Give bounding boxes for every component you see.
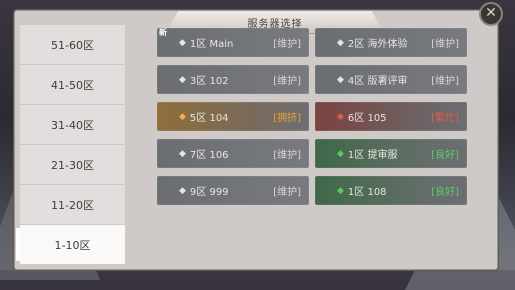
server-name: 2区 海外体验 [347, 39, 408, 50]
diamond-icon: ◆ [337, 37, 344, 48]
sidebar-item-label: 41-50区 [51, 78, 94, 92]
server-name: 3区 102 [189, 76, 229, 87]
server-name: 7区 106 [189, 150, 229, 161]
server-card-3[interactable]: ◆ 3区 102 [维护] [157, 65, 309, 94]
diamond-icon: ◆ [337, 111, 344, 122]
sidebar-item-41-50[interactable]: 41-50区 [20, 65, 125, 105]
server-status: [繁忙] [431, 113, 459, 124]
diamond-icon: ◆ [179, 74, 186, 85]
close-button[interactable]: ✕ [479, 2, 503, 26]
sidebar-item-label: 1-10区 [54, 238, 91, 252]
close-icon: ✕ [485, 5, 497, 21]
server-status: [拥挤] [273, 113, 301, 124]
server-card-2[interactable]: ◆ 2区 海外体验 [维护] [315, 28, 467, 57]
server-status: [维护] [273, 150, 301, 161]
server-status: [维护] [431, 39, 459, 50]
server-name: 5区 104 [189, 113, 229, 124]
server-card-7[interactable]: ◆ 7区 106 [维护] [157, 139, 309, 168]
diamond-icon: ◆ [179, 111, 186, 122]
server-card-1[interactable]: 新 ◆ 1区 Main [维护] [157, 28, 309, 57]
server-status: [维护] [273, 187, 301, 198]
server-card-5[interactable]: ◆ 5区 104 [拥挤] [157, 102, 309, 131]
server-name: 9区 999 [189, 187, 229, 198]
sidebar-item-21-30[interactable]: 21-30区 [20, 145, 125, 185]
diamond-icon: ◆ [179, 185, 186, 196]
zone-sidebar: 51-60区 41-50区 31-40区 21-30区 11-20区 1-10区 [16, 25, 125, 265]
server-name: 1区 Main [189, 39, 234, 50]
diamond-icon: ◆ [179, 37, 186, 48]
diamond-icon: ◆ [337, 148, 344, 159]
sidebar-item-label: 21-30区 [51, 158, 94, 172]
server-name: 1区 提审服 [347, 150, 398, 161]
sidebar-item-31-40[interactable]: 31-40区 [20, 105, 125, 145]
sidebar-item-label: 31-40区 [51, 118, 94, 132]
diamond-icon: ◆ [179, 148, 186, 159]
server-name: 4区 版署评审 [347, 76, 408, 87]
diamond-icon: ◆ [337, 74, 344, 85]
new-badge: 新 [159, 28, 167, 37]
sidebar-item-label: 51-60区 [51, 38, 94, 52]
sidebar-item-11-20[interactable]: 11-20区 [20, 185, 125, 225]
server-status: [维护] [431, 76, 459, 87]
server-card-9[interactable]: ◆ 9区 999 [维护] [157, 176, 309, 205]
server-status: [良好] [431, 150, 459, 161]
server-name: 1区 108 [347, 187, 387, 198]
server-status: [维护] [273, 76, 301, 87]
diamond-icon: ◆ [337, 185, 344, 196]
server-status: [良好] [431, 187, 459, 198]
server-card-8[interactable]: ◆ 1区 提审服 [良好] [315, 139, 467, 168]
server-card-4[interactable]: ◆ 4区 版署评审 [维护] [315, 65, 467, 94]
server-name: 6区 105 [347, 113, 387, 124]
server-card-6[interactable]: ◆ 6区 105 [繁忙] [315, 102, 467, 131]
sidebar-item-label: 11-20区 [51, 198, 94, 212]
server-card-10[interactable]: ◆ 1区 108 [良好] [315, 176, 467, 205]
sidebar-item-51-60[interactable]: 51-60区 [20, 25, 125, 65]
sidebar-item-1-10[interactable]: 1-10区 [16, 225, 125, 265]
server-status: [维护] [273, 39, 301, 50]
